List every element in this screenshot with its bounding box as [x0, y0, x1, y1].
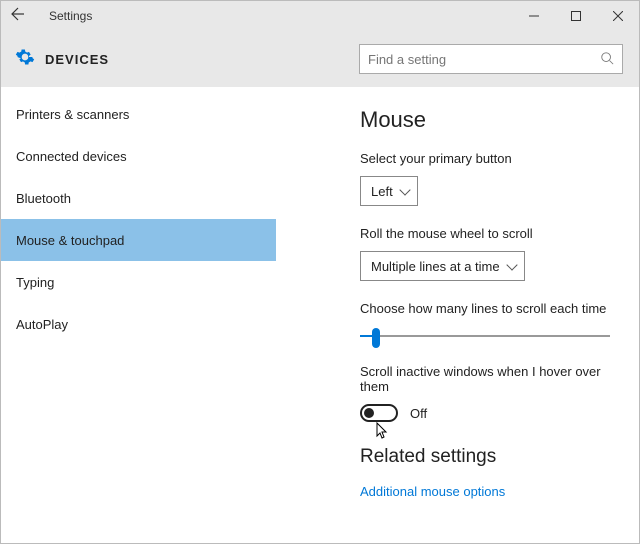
select-value: Multiple lines at a time: [371, 259, 500, 274]
toggle-knob: [364, 408, 374, 418]
search-box[interactable]: [359, 44, 623, 74]
gear-icon: [15, 47, 35, 72]
sidebar-item-label: Typing: [16, 275, 54, 290]
chevron-down-icon: [399, 184, 410, 195]
scroll-inactive-toggle[interactable]: [360, 404, 398, 422]
wheel-scroll-label: Roll the mouse wheel to scroll: [360, 226, 615, 241]
primary-button-select[interactable]: Left: [360, 176, 418, 206]
window-title: Settings: [33, 9, 92, 23]
select-value: Left: [371, 184, 393, 199]
sidebar-item-bluetooth[interactable]: Bluetooth: [1, 177, 276, 219]
sidebar-item-connected-devices[interactable]: Connected devices: [1, 135, 276, 177]
slider-thumb[interactable]: [372, 328, 380, 348]
slider-track: [360, 335, 610, 337]
primary-button-label: Select your primary button: [360, 151, 615, 166]
scroll-lines-label: Choose how many lines to scroll each tim…: [360, 301, 615, 316]
sidebar-item-label: Bluetooth: [16, 191, 71, 206]
toggle-state-label: Off: [410, 406, 427, 421]
wheel-scroll-select[interactable]: Multiple lines at a time: [360, 251, 525, 281]
sidebar-item-mouse-touchpad[interactable]: Mouse & touchpad: [1, 219, 276, 261]
back-button[interactable]: [1, 6, 33, 27]
sidebar-item-label: Connected devices: [16, 149, 127, 164]
sidebar: Printers & scanners Connected devices Bl…: [1, 87, 276, 543]
chevron-down-icon: [506, 259, 517, 270]
close-button[interactable]: [597, 1, 639, 31]
sidebar-item-label: Mouse & touchpad: [16, 233, 124, 248]
search-input[interactable]: [368, 52, 600, 67]
sidebar-item-label: Printers & scanners: [16, 107, 129, 122]
scroll-inactive-label: Scroll inactive windows when I hover ove…: [360, 364, 615, 394]
cursor-icon: [376, 422, 390, 440]
sidebar-item-autoplay[interactable]: AutoPlay: [1, 303, 276, 345]
titlebar: Settings: [1, 1, 639, 31]
header: DEVICES: [1, 31, 639, 87]
scroll-lines-slider[interactable]: [360, 326, 610, 346]
page-title: Mouse: [360, 107, 615, 133]
related-heading: Related settings: [360, 446, 615, 468]
maximize-button[interactable]: [555, 1, 597, 31]
search-icon: [600, 51, 614, 68]
sidebar-item-printers[interactable]: Printers & scanners: [1, 93, 276, 135]
content: Mouse Select your primary button Left Ro…: [276, 87, 639, 543]
additional-mouse-options-link[interactable]: Additional mouse options: [360, 484, 615, 499]
sidebar-item-label: AutoPlay: [16, 317, 68, 332]
sidebar-item-typing[interactable]: Typing: [1, 261, 276, 303]
section-title: DEVICES: [45, 52, 109, 67]
minimize-button[interactable]: [513, 1, 555, 31]
